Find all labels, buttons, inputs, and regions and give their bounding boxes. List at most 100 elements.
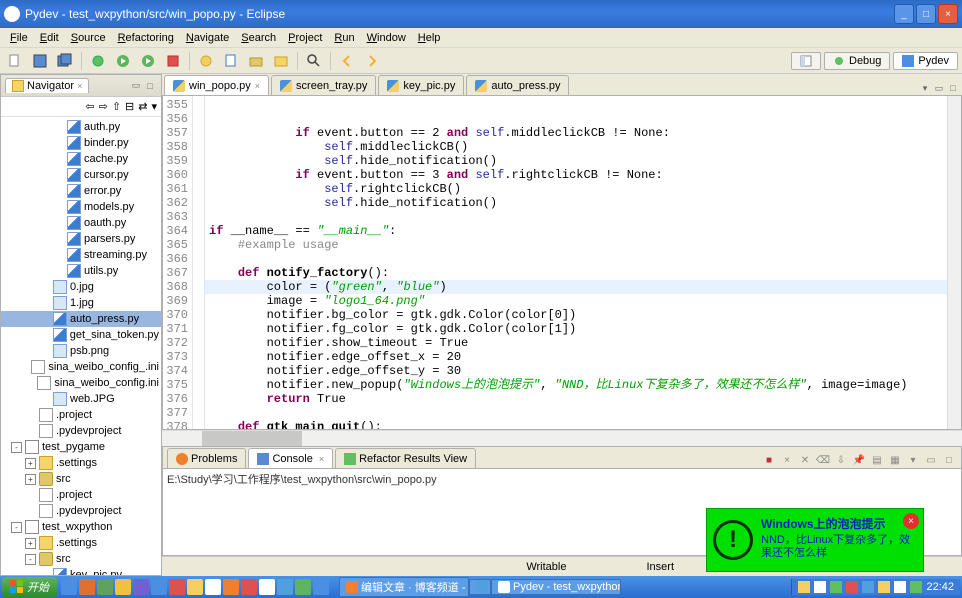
quick-launch-item[interactable]: [313, 579, 329, 595]
quick-launch-item[interactable]: [205, 579, 221, 595]
tray-icon[interactable]: [894, 581, 906, 593]
code-line[interactable]: [209, 406, 943, 420]
start-button[interactable]: 开始: [2, 577, 57, 597]
quick-launch-item[interactable]: [169, 579, 185, 595]
collapse-icon[interactable]: -: [25, 554, 36, 565]
new-console-icon[interactable]: ▾: [905, 452, 921, 468]
code-line[interactable]: color = ("green", "blue"): [209, 280, 943, 294]
tree-item[interactable]: models.py: [1, 199, 161, 215]
quick-launch-item[interactable]: [241, 579, 257, 595]
menu-search[interactable]: Search: [235, 30, 282, 46]
tree-item[interactable]: +src: [1, 471, 161, 487]
maximize-button[interactable]: □: [916, 4, 936, 24]
quick-launch-item[interactable]: [259, 579, 275, 595]
code-line[interactable]: notifier.new_popup("Windows上的泡泡提示", "NND…: [209, 378, 943, 392]
code-line[interactable]: notifier.fg_color = gtk.gdk.Color(color[…: [209, 322, 943, 336]
new-button[interactable]: [4, 50, 26, 72]
code-line[interactable]: if event.button == 2 and self.middleclic…: [209, 126, 943, 140]
taskbar-item[interactable]: [469, 579, 491, 595]
code-line[interactable]: image = "logo1_64.png": [209, 294, 943, 308]
pin-console-icon[interactable]: 📌: [851, 452, 867, 468]
tray-icon[interactable]: [910, 581, 922, 593]
menu-file[interactable]: File: [4, 30, 34, 46]
taskbar-item[interactable]: 编辑文章 · 博客频道 - …: [339, 577, 469, 597]
display-console-icon[interactable]: ▤: [869, 452, 885, 468]
tree-item[interactable]: +.settings: [1, 455, 161, 471]
tray-icon[interactable]: [798, 581, 810, 593]
code-line[interactable]: def gtk_main_quit():: [209, 420, 943, 429]
view-menu-icon[interactable]: ▾: [151, 100, 157, 113]
collapse-icon[interactable]: -: [11, 522, 22, 533]
menu-edit[interactable]: Edit: [34, 30, 65, 46]
menu-project[interactable]: Project: [282, 30, 328, 46]
editor-tab[interactable]: auto_press.py: [466, 75, 569, 95]
tree-item[interactable]: oauth.py: [1, 215, 161, 231]
open-console-icon[interactable]: ▦: [887, 452, 903, 468]
up-icon[interactable]: ⇧: [112, 100, 121, 113]
quick-launch-item[interactable]: [277, 579, 293, 595]
menu-window[interactable]: Window: [361, 30, 412, 46]
bottom-tab-problems[interactable]: Problems: [167, 448, 246, 468]
code-line[interactable]: notifier.edge_offset_y = 30: [209, 364, 943, 378]
clock[interactable]: 22:42: [926, 581, 954, 593]
tree-item[interactable]: -test_pygame: [1, 439, 161, 455]
code-line[interactable]: self.hide_notification(): [209, 154, 943, 168]
nav-forward-button[interactable]: [361, 50, 383, 72]
tree-item[interactable]: key_pic.py: [1, 567, 161, 575]
code-line[interactable]: notifier.bg_color = gtk.gdk.Color(color[…: [209, 308, 943, 322]
tree-item[interactable]: sina_weibo_config_.ini: [1, 359, 161, 375]
tree-item[interactable]: -src: [1, 551, 161, 567]
navigator-tree[interactable]: auth.pybinder.pycache.pycursor.pyerror.p…: [1, 117, 161, 575]
code-line[interactable]: return True: [209, 392, 943, 406]
tree-item[interactable]: .project: [1, 407, 161, 423]
expand-icon[interactable]: +: [25, 458, 36, 469]
code-line[interactable]: notifier.edge_offset_x = 20: [209, 350, 943, 364]
back-icon[interactable]: ⇦: [85, 100, 94, 113]
tree-item[interactable]: .pydevproject: [1, 423, 161, 439]
tree-item[interactable]: cursor.py: [1, 167, 161, 183]
tree-item[interactable]: +.settings: [1, 535, 161, 551]
quick-launch-item[interactable]: [223, 579, 239, 595]
close-button[interactable]: ×: [938, 4, 958, 24]
run-last-button[interactable]: [137, 50, 159, 72]
collapse-all-icon[interactable]: ⊟: [125, 100, 134, 113]
quick-launch-item[interactable]: [115, 579, 131, 595]
open-perspective-button[interactable]: [791, 52, 821, 70]
quick-launch-item[interactable]: [187, 579, 203, 595]
tree-item[interactable]: parsers.py: [1, 231, 161, 247]
tray-icon[interactable]: [814, 581, 826, 593]
remove-launch-icon[interactable]: ×: [779, 452, 795, 468]
tree-item[interactable]: auto_press.py: [1, 311, 161, 327]
tab-close-icon[interactable]: ×: [255, 81, 260, 91]
perspective-pydev[interactable]: Pydev: [893, 52, 958, 70]
menu-refactoring[interactable]: Refactoring: [112, 30, 180, 46]
scroll-lock-icon[interactable]: ⇩: [833, 452, 849, 468]
code-area[interactable]: if event.button == 2 and self.middleclic…: [205, 96, 947, 429]
code-line[interactable]: self.rightclickCB(): [209, 182, 943, 196]
bottom-tab-console[interactable]: Console×: [248, 448, 333, 468]
min-icon[interactable]: ▭: [923, 452, 939, 468]
tree-item[interactable]: get_sina_token.py: [1, 327, 161, 343]
minimize-view-button[interactable]: ▭: [129, 79, 143, 93]
menu-navigate[interactable]: Navigate: [180, 30, 235, 46]
folding-gutter[interactable]: [193, 96, 205, 429]
new-class-button[interactable]: [195, 50, 217, 72]
editor-tab[interactable]: screen_tray.py: [271, 75, 376, 95]
tray-icon[interactable]: [846, 581, 858, 593]
minimize-button[interactable]: _: [894, 4, 914, 24]
tree-item[interactable]: .project: [1, 487, 161, 503]
quick-launch-item[interactable]: [79, 579, 95, 595]
bottom-tab-refactor-results-view[interactable]: Refactor Results View: [335, 448, 476, 468]
quick-launch-item[interactable]: [97, 579, 113, 595]
save-button[interactable]: [29, 50, 51, 72]
collapse-icon[interactable]: -: [11, 442, 22, 453]
tree-item[interactable]: binder.py: [1, 135, 161, 151]
code-line[interactable]: if event.button == 3 and self.rightclick…: [209, 168, 943, 182]
tree-item[interactable]: .pydevproject: [1, 503, 161, 519]
notification-popup[interactable]: ! Windows上的泡泡提示 NND，比Linux下复杂多了，效果还不怎么样 …: [706, 508, 924, 572]
code-line[interactable]: #example usage: [209, 238, 943, 252]
maximize-view-button[interactable]: □: [143, 79, 157, 93]
tree-item[interactable]: 0.jpg: [1, 279, 161, 295]
tree-item[interactable]: web.JPG: [1, 391, 161, 407]
menu-source[interactable]: Source: [65, 30, 112, 46]
